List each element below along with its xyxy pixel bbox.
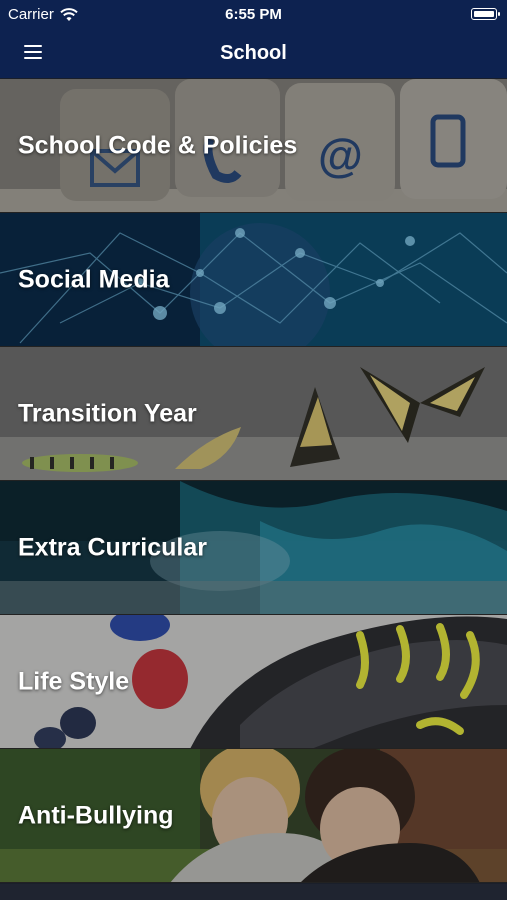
- list-item-label: Extra Curricular: [18, 533, 207, 561]
- list-item-label: Transition Year: [18, 399, 197, 427]
- list-item-label: Social Media: [18, 265, 170, 293]
- bottom-bar: [0, 884, 507, 900]
- list-item-transition-year[interactable]: Transition Year: [0, 347, 507, 481]
- list-item-extra-curricular[interactable]: Extra Curricular: [0, 481, 507, 615]
- list-item-label: Life Style: [18, 667, 130, 695]
- status-bar: Carrier 6:55 PM: [0, 0, 507, 30]
- list-item-school-code[interactable]: @ School Code & Policies: [0, 79, 507, 213]
- navigation-bar: School: [0, 30, 507, 78]
- battery-icon: [471, 8, 500, 20]
- status-time: 6:55 PM: [225, 6, 282, 23]
- category-list: @ School Code & Policies Social Media Tr…: [0, 79, 507, 883]
- list-item-social-media[interactable]: Social Media: [0, 213, 507, 347]
- list-item-label: School Code & Policies: [18, 131, 298, 159]
- page-title: School: [220, 42, 287, 64]
- list-item-label: Anti-Bullying: [18, 801, 174, 829]
- list-item-anti-bullying[interactable]: Anti-Bullying: [0, 749, 507, 883]
- list-item-life-style[interactable]: Life Style: [0, 615, 507, 749]
